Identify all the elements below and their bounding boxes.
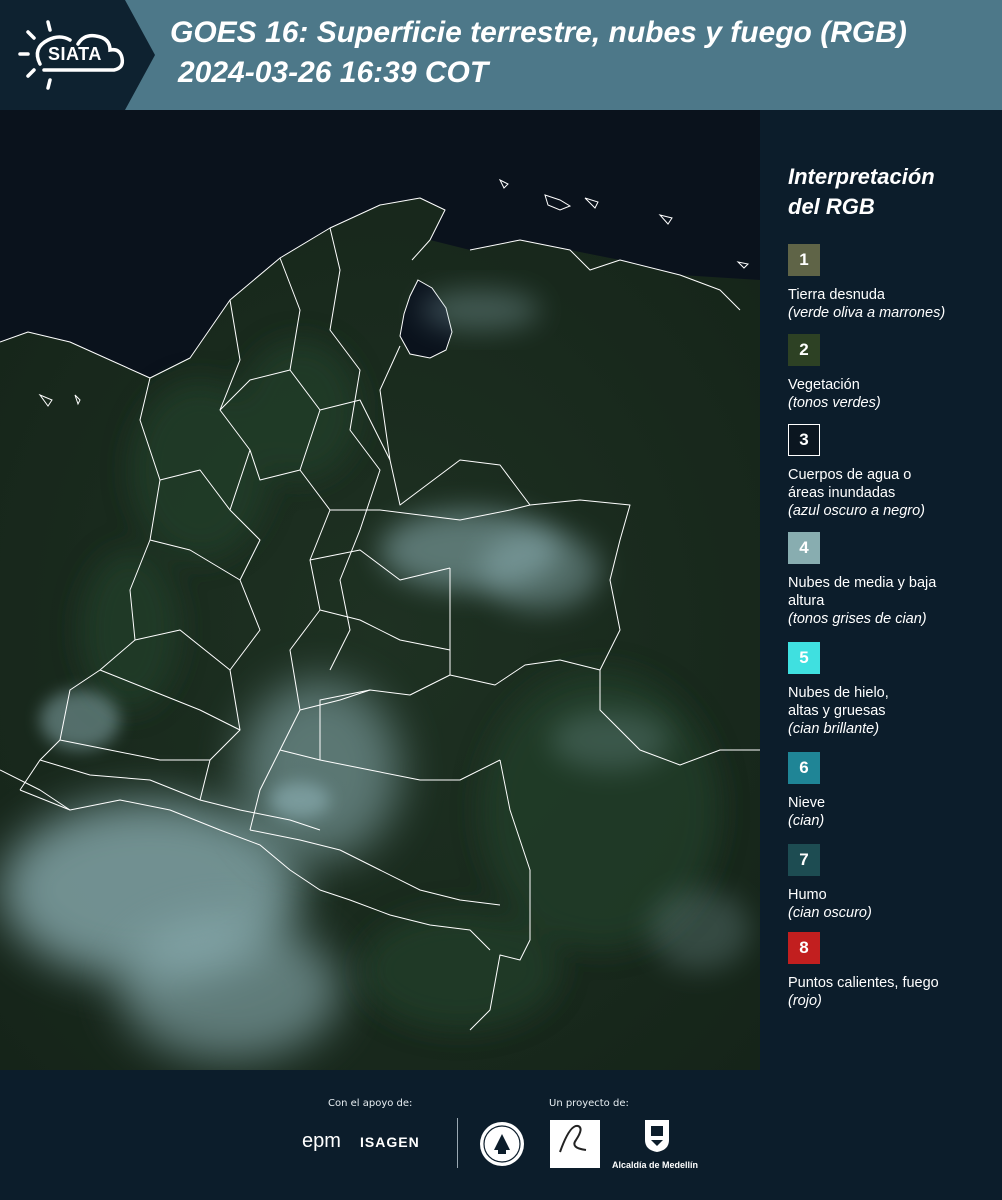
legend-item-note: (tonos verdes) bbox=[788, 395, 881, 411]
footer: Con el apoyo de: Un proyecto de: epm ISA… bbox=[0, 1070, 1002, 1200]
epm-logo: epm bbox=[302, 1130, 341, 1152]
legend-panel: Interpretación del RGB 1 Tierra desnuda … bbox=[760, 110, 1002, 1070]
legend-item-snow: 6 Nieve (cian) bbox=[788, 752, 988, 830]
alcaldia-text: Alcaldía de Medellín bbox=[612, 1160, 699, 1170]
swatch-5: 5 bbox=[788, 642, 820, 674]
area-metropolitana-logo bbox=[550, 1120, 600, 1168]
legend-item-label: Humo bbox=[788, 887, 827, 903]
legend-item-fire: 8 Puntos calientes, fuego (rojo) bbox=[788, 932, 988, 1010]
legend-item-smoke: 7 Humo (cian oscuro) bbox=[788, 844, 988, 922]
legend-item-note: (verde oliva a marrones) bbox=[788, 305, 946, 321]
swatch-6: 6 bbox=[788, 752, 820, 784]
legend-item-water: 3 Cuerpos de agua o áreas inundadas (azu… bbox=[788, 424, 988, 520]
swatch-7: 7 bbox=[788, 844, 820, 876]
alcaldia-shield-icon bbox=[645, 1120, 669, 1152]
swatch-1: 1 bbox=[788, 244, 820, 276]
support-label: Con el apoyo de: bbox=[328, 1098, 413, 1109]
legend-item-note: (tonos grises de cian) bbox=[788, 611, 927, 627]
isagen-logo: ISAGEN bbox=[360, 1134, 420, 1150]
header-bar: SIATA GOES 16: Superficie terrestre, nub… bbox=[0, 0, 1002, 110]
page-datetime: 2024-03-26 16:39 COT bbox=[178, 56, 489, 89]
legend-item-note: (rojo) bbox=[788, 993, 822, 1009]
legend-item-label: Tierra desnuda bbox=[788, 287, 885, 303]
legend-item-label: Cuerpos de agua o áreas inundadas bbox=[788, 467, 912, 501]
page-title: GOES 16: Superficie terrestre, nubes y f… bbox=[170, 16, 907, 49]
legend-item-note: (azul oscuro a negro) bbox=[788, 503, 926, 519]
map-canvas bbox=[0, 110, 760, 1070]
satellite-map bbox=[0, 110, 760, 1070]
logo-text: SIATA bbox=[48, 44, 102, 64]
legend-item-vegetation: 2 Vegetación (tonos verdes) bbox=[788, 334, 988, 412]
legend-title: Interpretación del RGB bbox=[788, 162, 935, 222]
legend-item-bare-land: 1 Tierra desnuda (verde oliva a marrones… bbox=[788, 244, 988, 322]
siata-logo: SIATA bbox=[0, 0, 155, 110]
legend-item-note: (cian oscuro) bbox=[788, 905, 872, 921]
legend-item-note: (cian brillante) bbox=[788, 721, 880, 737]
swatch-3: 3 bbox=[788, 424, 820, 456]
legend-item-label: Vegetación bbox=[788, 377, 860, 393]
swatch-8: 8 bbox=[788, 932, 820, 964]
swatch-4: 4 bbox=[788, 532, 820, 564]
legend-item-low-clouds: 4 Nubes de media y baja altura (tonos gr… bbox=[788, 532, 988, 628]
area-metropolitana-mark bbox=[559, 1124, 587, 1153]
legend-item-label: Puntos calientes, fuego bbox=[788, 975, 939, 991]
legend-item-ice-clouds: 5 Nubes de hielo, altas y gruesas (cian … bbox=[788, 642, 988, 738]
legend-item-note: (cian) bbox=[788, 813, 825, 829]
project-label: Un proyecto de: bbox=[549, 1098, 629, 1109]
swatch-2: 2 bbox=[788, 334, 820, 366]
legend-item-label: Nubes de hielo, altas y gruesas bbox=[788, 685, 889, 719]
legend-item-label: Nubes de media y baja altura bbox=[788, 575, 937, 609]
footer-divider bbox=[457, 1118, 458, 1168]
seal-icon bbox=[480, 1122, 524, 1166]
legend-title-line2: del RGB bbox=[788, 194, 875, 219]
legend-item-label: Nieve bbox=[788, 795, 826, 811]
legend-title-line1: Interpretación bbox=[788, 164, 935, 189]
